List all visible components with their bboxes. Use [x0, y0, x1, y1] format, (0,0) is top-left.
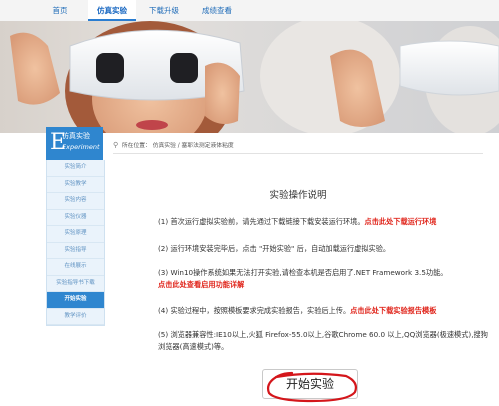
- nav-simulation-experiment[interactable]: 仿真实验: [88, 0, 136, 21]
- instruction-3-text: (3) Win10操作系统如果无法打开实验,请检查本机是否启用了.NET Fra…: [158, 268, 448, 277]
- sidebar-header-title: 仿真实验: [62, 132, 90, 140]
- sidebar-item-teaching[interactable]: 实验教学: [47, 177, 104, 193]
- instruction-1-text: (1) 首次运行虚拟实验前，请先通过下载链接下载安装运行环境。: [158, 217, 365, 226]
- sidebar-item-instruments[interactable]: 实验仪器: [47, 210, 104, 226]
- sidebar-item-online-demo[interactable]: 在线展示: [47, 259, 104, 276]
- instruction-4: (4) 实验过程中，按照模板要求完成实验报告，实验后上传。点击此处下载实验报告模…: [158, 305, 488, 317]
- breadcrumb: ⚲ 所在位置： 仿真实验 / 塞耶法测定液体粘度: [113, 138, 483, 154]
- instruction-5-text: (5) 浏览器兼容性:IE10以上,火狐 Firefox-55.0以上,谷歌Ch…: [158, 330, 488, 351]
- nav-home[interactable]: 首页: [43, 0, 77, 21]
- sidebar-menu: 实验简介 实验教学 实验内容 实验仪器 实验原理 实验指导 在线展示 实验指导书…: [46, 160, 105, 326]
- page-title: 实验操作说明: [269, 190, 327, 201]
- nav-view-scores[interactable]: 成绩查看: [195, 0, 239, 21]
- top-nav: 首页 仿真实验 下载升级 成绩查看: [0, 0, 499, 22]
- hero-banner: [0, 21, 499, 133]
- breadcrumb-prefix: 所在位置：: [121, 143, 151, 149]
- breadcrumb-path[interactable]: 仿真实验 / 塞耶法测定液体粘度: [153, 143, 234, 149]
- enable-feature-link[interactable]: 点击此处查看启用功能详解: [158, 280, 244, 289]
- location-pin-icon: ⚲: [113, 141, 119, 149]
- instruction-3: (3) Win10操作系统如果无法打开实验,请检查本机是否启用了.NET Fra…: [158, 267, 488, 291]
- sidebar-item-evaluation[interactable]: 教学评价: [47, 309, 104, 325]
- sidebar-item-guide-download[interactable]: 实验指导书下载: [47, 276, 104, 292]
- sidebar-item-start-experiment[interactable]: 开始实验: [47, 292, 104, 309]
- annotation-circle: [266, 371, 358, 403]
- nav-download-upgrade[interactable]: 下载升级: [142, 0, 186, 21]
- instruction-2-text: (2) 运行环境安装完毕后，点击 "开始实验" 后，自动加载运行虚拟实验。: [158, 244, 391, 253]
- instruction-1: (1) 首次运行虚拟实验前，请先通过下载链接下载安装运行环境。点击此处下载运行环…: [158, 216, 488, 228]
- sidebar-item-intro[interactable]: 实验简介: [47, 160, 104, 177]
- download-runtime-link[interactable]: 点击此处下载运行环境: [365, 217, 437, 226]
- report-template-link[interactable]: 点击此处下载实验报告模板: [350, 306, 436, 315]
- sidebar-item-guidance[interactable]: 实验指导: [47, 243, 104, 259]
- instruction-2: (2) 运行环境安装完毕后，点击 "开始实验" 后，自动加载运行虚拟实验。: [158, 243, 488, 255]
- vr-headset-photo: [10, 21, 499, 133]
- sidebar-item-content[interactable]: 实验内容: [47, 193, 104, 210]
- sidebar-header: E 仿真实验 Experiment: [46, 127, 103, 160]
- instruction-5: (5) 浏览器兼容性:IE10以上,火狐 Firefox-55.0以上,谷歌Ch…: [158, 329, 488, 353]
- sidebar-item-principle[interactable]: 实验原理: [47, 226, 104, 243]
- sidebar-header-subtitle: Experiment: [62, 143, 100, 151]
- instruction-4-text: (4) 实验过程中，按照模板要求完成实验报告，实验后上传。: [158, 306, 351, 315]
